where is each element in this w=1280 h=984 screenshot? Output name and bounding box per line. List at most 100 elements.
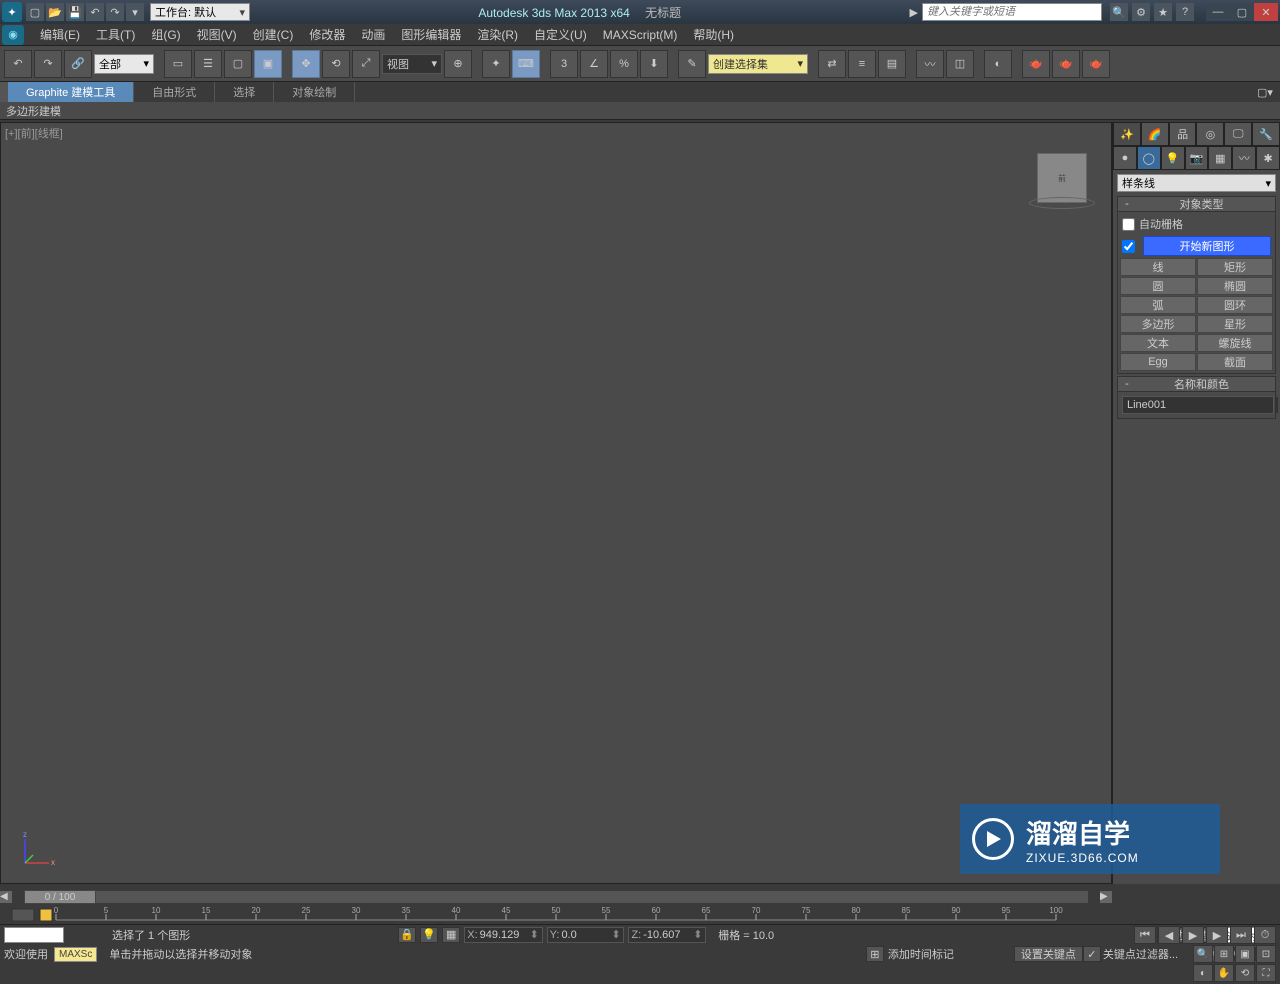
ref-coord-dropdown[interactable]: 视图▾ xyxy=(382,54,442,74)
shape-helix-button[interactable]: 螺旋线 xyxy=(1197,334,1273,352)
open-icon[interactable]: 📂 xyxy=(46,3,64,21)
ribbon-tab-paint[interactable]: 对象绘制 xyxy=(274,82,355,102)
layer-manager-button[interactable]: ▤ xyxy=(878,50,906,78)
select-manipulate-button[interactable]: ✦ xyxy=(482,50,510,78)
ribbon-tab-selection[interactable]: 选择 xyxy=(215,82,274,102)
menu-edit[interactable]: 编辑(E) xyxy=(32,24,88,45)
close-button[interactable]: ✕ xyxy=(1254,3,1278,21)
object-name-input[interactable] xyxy=(1122,396,1274,414)
create-tab-icon[interactable]: ✨ xyxy=(1113,122,1141,146)
communication-icon[interactable]: ⚙ xyxy=(1132,3,1150,21)
pan-icon[interactable]: ✋ xyxy=(1214,964,1234,982)
angle-snap-button[interactable]: ∠ xyxy=(580,50,608,78)
object-color-swatch[interactable] xyxy=(1276,397,1278,413)
render-button[interactable]: 🫖 xyxy=(1082,50,1110,78)
geometry-subtab-icon[interactable]: ● xyxy=(1113,146,1137,170)
move-button[interactable]: ✥ xyxy=(292,50,320,78)
schematic-mini[interactable] xyxy=(4,927,64,943)
link-button[interactable]: 🔗 xyxy=(64,50,92,78)
auto-grid-checkbox[interactable] xyxy=(1122,218,1135,231)
selection-filter-dropdown[interactable]: 全部▾ xyxy=(94,54,154,74)
start-new-checkbox[interactable] xyxy=(1122,240,1135,253)
key-filters-icon[interactable]: ✓ xyxy=(1083,946,1101,962)
shape-ellipse-button[interactable]: 椭圆 xyxy=(1197,277,1273,295)
helpers-subtab-icon[interactable]: ▦ xyxy=(1208,146,1232,170)
shape-section-button[interactable]: 截面 xyxy=(1197,353,1273,371)
search-icon[interactable]: 🔍 xyxy=(1110,3,1128,21)
menu-animation[interactable]: 动画 xyxy=(353,24,393,45)
goto-end-icon[interactable]: ⏭ xyxy=(1230,926,1252,944)
key-filters-label[interactable]: 关键点过滤器... xyxy=(1103,946,1178,962)
ribbon-sublabel[interactable]: 多边形建模 xyxy=(6,103,61,119)
goto-start-icon[interactable]: ⏮ xyxy=(1134,926,1156,944)
scale-button[interactable]: ⤢ xyxy=(352,50,380,78)
menu-views[interactable]: 视图(V) xyxy=(189,24,245,45)
lights-subtab-icon[interactable]: 💡 xyxy=(1161,146,1185,170)
start-new-shape-button[interactable]: 开始新图形 xyxy=(1143,236,1271,256)
menu-create[interactable]: 创建(C) xyxy=(245,24,302,45)
cameras-subtab-icon[interactable]: 📷 xyxy=(1185,146,1209,170)
material-editor-button[interactable]: ◐ xyxy=(984,50,1012,78)
use-pivot-button[interactable]: ⊕ xyxy=(444,50,472,78)
shapes-subtab-icon[interactable]: ◯ xyxy=(1137,146,1161,170)
named-selection-sets[interactable]: 创建选择集▾ xyxy=(708,54,808,74)
qat-more-icon[interactable]: ▾ xyxy=(126,3,144,21)
help-icon[interactable]: ? xyxy=(1176,3,1194,21)
window-crossing-button[interactable]: ▣ xyxy=(254,50,282,78)
viewport[interactable]: [+][前][线框] 前 y x z x xyxy=(0,122,1112,884)
ribbon-handle[interactable] xyxy=(0,82,8,102)
spinner-snap-button[interactable]: ⬇ xyxy=(640,50,668,78)
menu-help[interactable]: 帮助(H) xyxy=(685,24,742,45)
time-slider[interactable]: ◀ 0 / 100 ▶ xyxy=(0,888,1112,906)
shape-line-button[interactable]: 线 xyxy=(1120,258,1196,276)
select-object-button[interactable]: ▭ xyxy=(164,50,192,78)
zoom-extents-all-icon[interactable]: ⊡ xyxy=(1256,945,1276,963)
hierarchy-tab-icon[interactable]: 品 xyxy=(1169,122,1197,146)
next-frame-button[interactable]: ▶ xyxy=(1206,926,1228,944)
lock-selection-icon[interactable]: 🔒 xyxy=(398,927,416,943)
menu-customize[interactable]: 自定义(U) xyxy=(526,24,595,45)
time-tag-icon[interactable]: ⊞ xyxy=(866,946,884,962)
shape-donut-button[interactable]: 圆环 xyxy=(1197,296,1273,314)
shape-text-button[interactable]: 文本 xyxy=(1120,334,1196,352)
shape-category-dropdown[interactable]: 样条线▾ xyxy=(1117,174,1276,192)
save-icon[interactable]: 💾 xyxy=(66,3,84,21)
schematic-view-button[interactable]: ◫ xyxy=(946,50,974,78)
menu-graph-editors[interactable]: 图形编辑器 xyxy=(393,24,469,45)
edit-named-selection-button[interactable]: ✎ xyxy=(678,50,706,78)
maxscript-listener[interactable]: MAXSc xyxy=(54,947,97,962)
coord-z-field[interactable]: Z: -10.607 ⬍ xyxy=(628,927,706,943)
zoom-all-icon[interactable]: ⊞ xyxy=(1214,945,1234,963)
shape-egg-button[interactable]: Egg xyxy=(1120,353,1196,371)
set-key-button[interactable]: 设置关键点 xyxy=(1014,946,1083,962)
menu-group[interactable]: 组(G) xyxy=(143,24,188,45)
workspace-dropdown[interactable]: 工作台: 默认 ▾ xyxy=(150,3,250,21)
ribbon-tab-graphite[interactable]: Graphite 建模工具 xyxy=(8,82,134,102)
minimize-button[interactable]: — xyxy=(1206,3,1230,21)
fov-icon[interactable]: ◐ xyxy=(1193,964,1213,982)
add-time-tag[interactable]: 添加时间标记 xyxy=(888,946,954,962)
menu-modifiers[interactable]: 修改器 xyxy=(301,24,353,45)
max-toggle-icon[interactable]: ⛶ xyxy=(1256,964,1276,982)
keyboard-shortcut-button[interactable]: ⌨ xyxy=(512,50,540,78)
shape-rectangle-button[interactable]: 矩形 xyxy=(1197,258,1273,276)
coord-y-field[interactable]: Y: 0.0 ⬍ xyxy=(547,927,625,943)
percent-snap-button[interactable]: % xyxy=(610,50,638,78)
align-button[interactable]: ≡ xyxy=(848,50,876,78)
ribbon-tab-freeform[interactable]: 自由形式 xyxy=(134,82,215,102)
prev-frame-button[interactable]: ◀ xyxy=(1158,926,1180,944)
zoom-extents-icon[interactable]: ▣ xyxy=(1235,945,1255,963)
shape-star-button[interactable]: 星形 xyxy=(1197,315,1273,333)
favorite-icon[interactable]: ★ xyxy=(1154,3,1172,21)
app-menu-icon[interactable]: ◉ xyxy=(2,25,24,45)
shape-arc-button[interactable]: 弧 xyxy=(1120,296,1196,314)
undo-icon[interactable]: ↶ xyxy=(86,3,104,21)
shape-ngon-button[interactable]: 多边形 xyxy=(1120,315,1196,333)
orbit-icon[interactable]: ⟲ xyxy=(1235,964,1255,982)
render-setup-button[interactable]: 🫖 xyxy=(1022,50,1050,78)
spacewarps-subtab-icon[interactable]: 〰 xyxy=(1232,146,1256,170)
menu-tools[interactable]: 工具(T) xyxy=(88,24,143,45)
play-button[interactable]: ▶ xyxy=(1182,926,1204,944)
name-color-rollup-header[interactable]: - 名称和颜色 xyxy=(1117,376,1276,392)
slider-right-icon[interactable]: ▶ xyxy=(1100,891,1112,903)
